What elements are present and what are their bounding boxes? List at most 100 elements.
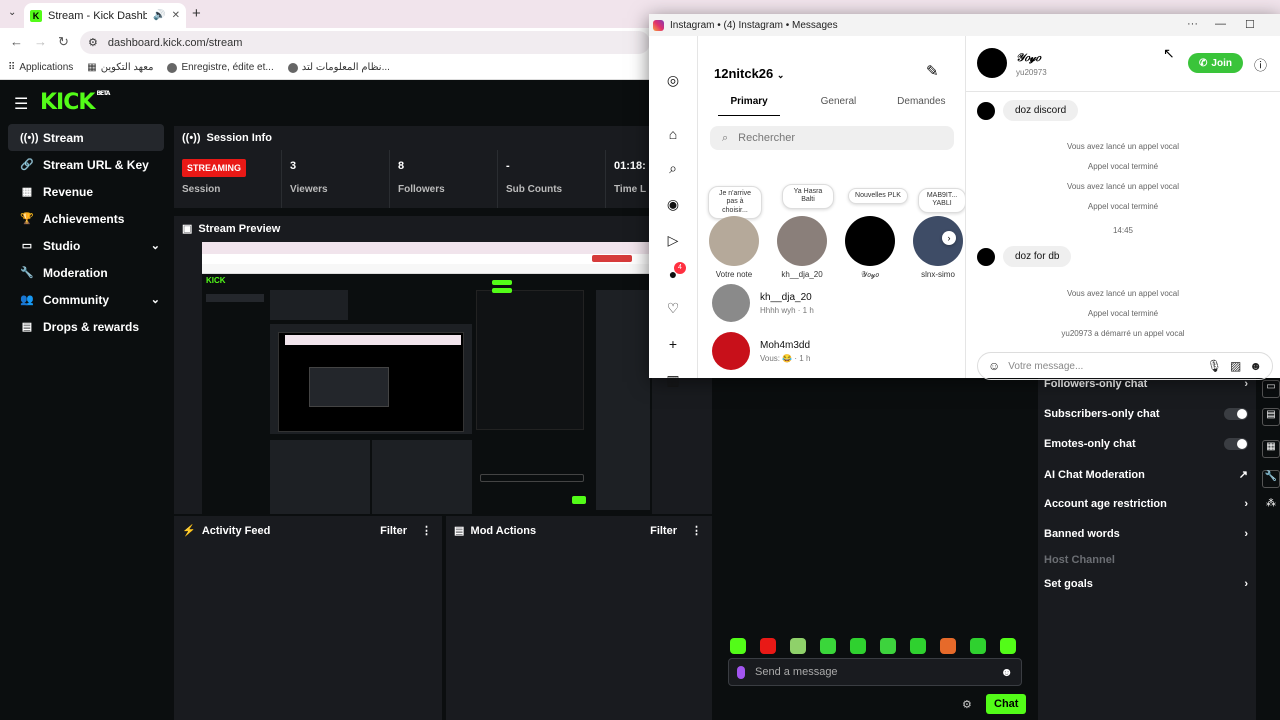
reels-icon[interactable]: ▷ <box>664 232 682 250</box>
emote-icon[interactable] <box>730 638 746 654</box>
chat-send-button[interactable]: Chat <box>986 694 1027 714</box>
bookmark-applications[interactable]: ⠿ Applications <box>8 62 73 73</box>
stream-preview-video[interactable]: KICK <box>202 242 650 514</box>
reload-icon[interactable]: ↻ <box>58 34 69 50</box>
join-call-button[interactable]: ✆ Join <box>1188 53 1243 73</box>
emoji-icon[interactable]: ☺ <box>988 359 1000 373</box>
sidebar-item-revenue[interactable]: ▦ Revenue <box>8 178 164 205</box>
story-item[interactable]: 𝒴𝑜𝓎𝑜 <box>842 216 898 280</box>
banned-words-row[interactable]: Banned words › <box>1044 528 1248 540</box>
avatar[interactable] <box>977 48 1007 78</box>
story-item[interactable]: slnx-simo <box>910 216 965 279</box>
activity-filter-button[interactable]: Filter <box>380 525 407 537</box>
instagram-inbox: 12nitck26 ⌄ ✎ Primary General Demandes ⌕… <box>698 36 966 378</box>
revenue-icon: ▦ <box>21 186 33 198</box>
bookmark-1[interactable]: ▦ معهد التكوين <box>87 62 153 73</box>
users-icon[interactable]: ⁂ <box>1262 498 1280 516</box>
tab-requests[interactable]: Demandes <box>897 92 945 116</box>
sidebar-item-moderation[interactable]: 🔧 Moderation <box>8 259 164 286</box>
compose-icon[interactable]: ✎ <box>926 62 939 80</box>
story-item[interactable]: Votre note <box>706 216 762 279</box>
back-icon[interactable]: ← <box>10 34 23 49</box>
sidebar-item-studio[interactable]: ▭ Studio ⌄ <box>8 232 164 259</box>
mod-filter-button[interactable]: Filter <box>650 525 677 537</box>
emote-icon[interactable] <box>820 638 836 654</box>
preview-icon: ▣ <box>182 223 193 235</box>
mod-log-icon: ▤ <box>454 525 465 537</box>
create-icon[interactable]: + <box>664 336 682 354</box>
sidebar-item-achievements[interactable]: 🏆 Achievements <box>8 205 164 232</box>
emote-icon[interactable] <box>1000 638 1016 654</box>
tool-icon[interactable]: ▦ <box>1262 440 1280 458</box>
kick-logo[interactable]: KICK BETA <box>40 90 110 115</box>
story-item[interactable]: kh__dja_20 <box>774 216 830 279</box>
tab-general[interactable]: General <box>821 92 857 116</box>
sidebar-item-stream-url-key[interactable]: 🔗 Stream URL & Key <box>8 151 164 178</box>
url-field[interactable]: ⚙ dashboard.kick.com/stream <box>80 31 650 54</box>
image-icon[interactable]: ▨ <box>1230 359 1241 373</box>
heart-icon[interactable]: ♡ <box>664 300 682 318</box>
maximize-icon[interactable]: ☐ <box>1245 18 1255 31</box>
emote-icon[interactable] <box>790 638 806 654</box>
sticker-icon[interactable]: ☻ <box>1249 359 1262 373</box>
speaker-icon[interactable]: 🔊 <box>153 10 165 21</box>
microphone-icon[interactable]: 🎙 <box>1207 359 1222 373</box>
message-composer[interactable]: ☺ Votre message... 🎙 ▨ ☻ <box>977 352 1273 380</box>
minimize-icon[interactable]: — <box>1215 18 1226 30</box>
menu-icon[interactable]: ☰ <box>14 94 28 114</box>
tool-icon[interactable]: ▤ <box>1262 408 1280 426</box>
subscribers-only-row[interactable]: Subscribers-only chat <box>1044 408 1248 420</box>
sidebar-item-stream[interactable]: ((•)) Stream <box>8 124 164 151</box>
site-info-icon[interactable]: ⚙ <box>88 36 98 49</box>
tab-primary[interactable]: Primary <box>718 92 780 116</box>
user-badge-icon <box>737 665 745 679</box>
emote-icon[interactable] <box>760 638 776 654</box>
wrench-icon[interactable]: 🔧 <box>1262 470 1280 488</box>
close-tab-icon[interactable]: ✕ <box>172 10 180 21</box>
home-icon[interactable]: ⌂ <box>664 126 682 144</box>
emoji-icon[interactable]: ☻ <box>1000 665 1013 679</box>
ai-moderation-row[interactable]: AI Chat Moderation ↗ <box>1044 468 1248 482</box>
instagram-icon[interactable]: ◎ <box>664 72 682 90</box>
emote-icon[interactable] <box>880 638 896 654</box>
emotes-only-toggle[interactable] <box>1224 438 1248 450</box>
bookmark-2[interactable]: Enregistre, édite et... <box>167 62 274 73</box>
new-tab-icon[interactable]: + <box>192 5 201 22</box>
sidebar-item-community[interactable]: 👥 Community ⌄ <box>8 286 164 313</box>
search-icon: ⌕ <box>722 131 729 144</box>
explore-icon[interactable]: ◉ <box>664 196 682 214</box>
emote-icon[interactable] <box>910 638 926 654</box>
chevron-right-icon[interactable]: › <box>942 231 956 245</box>
gear-icon[interactable]: ⚙ <box>962 698 972 711</box>
note-bubble[interactable]: Je n'arrive pas à choisir... <box>708 186 762 220</box>
info-icon[interactable]: ⓘ <box>1254 55 1267 74</box>
sidebar-item-drops-rewards[interactable]: ▤ Drops & rewards <box>8 313 164 340</box>
browser-tab-kick[interactable]: K Stream - Kick Dashboard 🔊 ✕ <box>24 3 186 28</box>
activity-feed-title: Activity Feed <box>201 524 271 537</box>
emote-icon[interactable] <box>970 638 986 654</box>
stat-time: 01:18: Time L <box>614 160 647 195</box>
age-restriction-row[interactable]: Account age restriction › <box>1044 498 1248 510</box>
more-icon[interactable]: ··· <box>1187 18 1198 30</box>
tab-list-chevron-icon[interactable]: ⌄ <box>8 7 16 18</box>
conversation-item[interactable]: Moh4m3dd Vous: 😂 · 1 h <box>712 332 810 370</box>
contact-name[interactable]: 𝒴𝑜𝓎𝑜 <box>1016 52 1041 65</box>
bookmark-3[interactable]: نظام المعلومات لتد... <box>287 62 390 73</box>
dashboard-icon[interactable]: ▥ <box>664 372 682 390</box>
tool-icon[interactable]: ▭ <box>1262 380 1280 398</box>
set-goals-row[interactable]: Set goals › <box>1044 578 1248 590</box>
emote-icon[interactable] <box>850 638 866 654</box>
inbox-search-input[interactable]: ⌕ Rechercher <box>710 126 954 150</box>
apps-grid-icon: ⠿ <box>8 62 16 73</box>
search-icon[interactable]: ⌕ <box>664 160 682 178</box>
messenger-icon[interactable]: ● 4 <box>664 262 686 284</box>
more-options-icon[interactable]: ⋮ <box>421 524 432 537</box>
chat-message-input[interactable]: Send a message ☻ <box>728 658 1022 686</box>
account-switcher[interactable]: 12nitck26 ⌄ <box>714 66 784 81</box>
subscribers-only-toggle[interactable] <box>1224 408 1248 420</box>
conversation-item[interactable]: kh__dja_20 Hhhh wyh · 1 h <box>712 284 814 322</box>
emote-icon[interactable] <box>940 638 956 654</box>
emotes-only-row[interactable]: Emotes-only chat <box>1044 438 1248 450</box>
more-options-icon[interactable]: ⋮ <box>691 524 702 537</box>
forward-icon[interactable]: → <box>34 34 47 49</box>
